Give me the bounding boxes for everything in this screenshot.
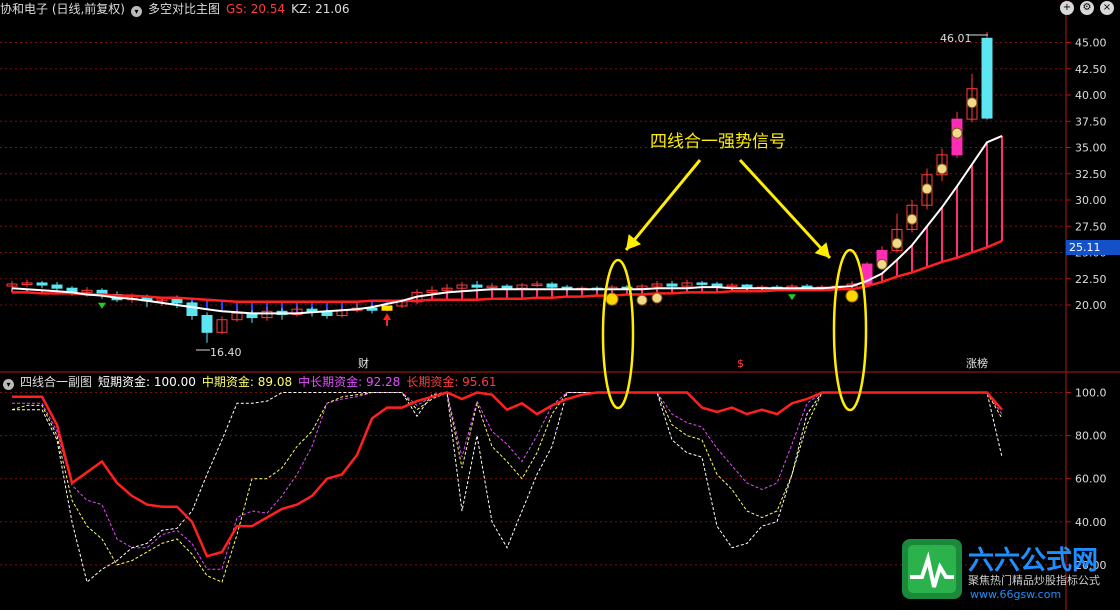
current-price-tag: 25.11: [1069, 241, 1101, 254]
candle-body: [321, 311, 333, 317]
candle-body: [711, 283, 723, 287]
buy-arrow-icon: [383, 313, 391, 326]
candle-body: [171, 298, 183, 304]
sub-indicator-dropdown-icon[interactable]: ▾: [3, 379, 14, 390]
short-fund-value: 短期资金: 100.00: [98, 375, 196, 389]
price-chart: 20.0022.5025.0027.5030.0032.5035.0037.50…: [0, 0, 1120, 610]
sub-chart-layer: [11, 391, 1003, 584]
y-tick-label: 22.50: [1075, 273, 1107, 286]
candle-body: [51, 284, 63, 289]
smile-signal-icon: [845, 289, 859, 303]
watermark-slogan: 聚焦热门精品炒股指标公式: [968, 573, 1100, 587]
candle-body: [501, 285, 513, 289]
midlong-fund-line: [12, 391, 1003, 570]
event-marker-cai[interactable]: 财: [358, 356, 369, 370]
add-icon[interactable]: +: [1060, 1, 1074, 15]
event-marker-s[interactable]: $: [737, 357, 744, 370]
gs-value: GS: 20.54: [226, 2, 286, 16]
money-bag-icon: [921, 183, 933, 195]
sell-marker-icon: [98, 302, 106, 309]
short-fund-line: [12, 391, 1003, 558]
close-icon[interactable]: ×: [1100, 1, 1114, 15]
annotation-arrow: [738, 158, 832, 260]
money-bag-icon: [966, 97, 978, 109]
y-tick-label: 100.0: [1075, 387, 1107, 400]
kz-value: KZ: 21.06: [291, 2, 350, 16]
money-bag-icon: [876, 258, 888, 270]
y-tick-label: 27.50: [1075, 220, 1107, 233]
main-chart-header: 协和电子 (日线,前复权) ▾ 多空对比主图 GS: 20.54 KZ: 21.06: [0, 0, 355, 18]
money-bag-icon: [891, 237, 903, 249]
candle-body: [471, 284, 483, 288]
y-tick-label: 32.50: [1075, 168, 1107, 181]
y-tick-label: 20.00: [1075, 299, 1107, 312]
money-bag-icon: [636, 294, 648, 306]
y-tick-label: 30.00: [1075, 194, 1107, 207]
low-price-label: 16.40: [210, 346, 242, 359]
long-fund-value: 长期资金: 95.61: [406, 375, 497, 389]
candle-body: [36, 282, 48, 286]
sell-marker-icon: [788, 294, 796, 301]
grid-layer: [0, 0, 1120, 610]
main-chart-layer: [6, 31, 1003, 343]
y-tick-label: 80.00: [1075, 430, 1107, 443]
event-marker-zhangbang[interactable]: 涨榜: [966, 356, 988, 370]
watermark-brand: 六六公式网: [968, 546, 1098, 576]
candle-body: [981, 37, 993, 119]
indicator-dropdown-icon[interactable]: ▾: [131, 6, 142, 17]
y-tick-label: 37.50: [1075, 115, 1107, 128]
mid-fund-value: 中期资金: 89.08: [201, 375, 293, 389]
candle-body: [201, 315, 213, 333]
annotation-layer: 四线合一强势信号 46.01 16.40 财 $ 涨榜 25.11: [196, 32, 1101, 412]
y-tick-label: 40.00: [1075, 89, 1107, 102]
settings-icon[interactable]: ⚙: [1080, 1, 1094, 15]
signal-ellipse-1: [601, 258, 635, 410]
annotation-arrow: [624, 159, 702, 251]
money-bag-icon: [906, 213, 918, 225]
y-tick-label: 35.00: [1075, 142, 1107, 155]
candle-body: [546, 283, 558, 288]
signal-annotation: 四线合一强势信号: [650, 132, 786, 152]
money-bag-icon: [651, 292, 663, 304]
long-fund-line: [12, 391, 1003, 584]
axis-layer: 20.0022.5025.0027.5030.0032.5035.0037.50…: [1066, 37, 1120, 572]
watermark-url: www.66gsw.com: [970, 588, 1061, 601]
sub-chart-header: ▾ 四线合一副图 短期资金: 100.00 中期资金: 89.08 中长期资金: 92.…: [0, 373, 503, 391]
y-tick-label: 60.00: [1075, 473, 1107, 486]
money-bag-icon: [936, 163, 948, 175]
high-price-label: 46.01: [940, 32, 972, 45]
candle-body: [186, 302, 198, 316]
signal-ellipse-2: [832, 248, 868, 412]
sub-indicator-name[interactable]: 四线合一副图: [20, 375, 92, 389]
candle-body: [666, 283, 678, 287]
smile-signal-icon: [605, 292, 619, 306]
indicator-name[interactable]: 多空对比主图: [148, 2, 220, 16]
y-tick-label: 42.50: [1075, 63, 1107, 76]
candle-body: [696, 282, 708, 285]
stock-title[interactable]: 协和电子 (日线,前复权): [0, 2, 125, 16]
y-tick-label: 45.00: [1075, 37, 1107, 50]
candle-body: [381, 305, 393, 311]
midlong-fund-value: 中长期资金: 92.28: [298, 375, 401, 389]
money-bag-icon: [951, 127, 963, 139]
y-tick-label: 40.00: [1075, 516, 1107, 529]
watermark-logo: 六六公式网 聚焦热门精品炒股指标公式 www.66gsw.com: [900, 537, 1112, 603]
mid-fund-line: [11, 391, 1003, 583]
